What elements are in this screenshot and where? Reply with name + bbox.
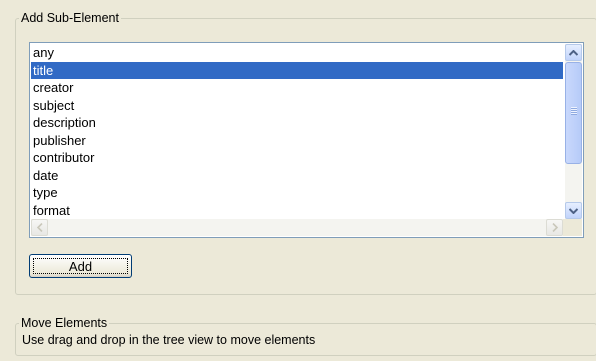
properties-panel: Add Sub-Element any title creator subject de…: [0, 0, 596, 361]
scrollbar-corner: [563, 219, 582, 236]
list-item-creator[interactable]: creator: [31, 79, 563, 97]
move-elements-hint: Use drag and drop in the tree view to mo…: [22, 333, 316, 347]
move-elements-title: Move Elements: [21, 316, 108, 330]
chevron-down-icon: [569, 207, 578, 214]
scroll-left-button[interactable]: [31, 219, 48, 236]
sub-element-list: any title creator subject description publish…: [31, 44, 563, 219]
chevron-up-icon: [569, 49, 578, 56]
add-button[interactable]: Add: [29, 254, 132, 278]
list-item-contributor[interactable]: contributor: [31, 149, 563, 167]
list-item-title[interactable]: title: [31, 61, 563, 79]
scroll-right-button[interactable]: [546, 219, 563, 236]
list-item-subject[interactable]: subject: [31, 97, 563, 115]
list-item-publisher[interactable]: publisher: [31, 132, 563, 150]
vertical-scrollbar[interactable]: [565, 44, 582, 219]
list-item-any[interactable]: any: [31, 44, 563, 62]
horizontal-scrollbar[interactable]: [31, 219, 563, 236]
scroll-grip: [571, 107, 577, 115]
list-item-description[interactable]: description: [31, 114, 563, 132]
scroll-up-button[interactable]: [565, 44, 582, 61]
list-item-type[interactable]: type: [31, 184, 563, 202]
chevron-right-icon: [551, 223, 558, 232]
list-item-format[interactable]: format: [31, 202, 563, 220]
add-button-label: Add: [33, 258, 128, 274]
sub-element-listbox[interactable]: any title creator subject description publish…: [29, 42, 584, 238]
add-sub-element-title: Add Sub-Element: [21, 11, 119, 25]
vertical-scroll-thumb[interactable]: [565, 62, 582, 164]
chevron-left-icon: [36, 223, 43, 232]
list-item-date[interactable]: date: [31, 167, 563, 185]
scroll-down-button[interactable]: [565, 202, 582, 219]
